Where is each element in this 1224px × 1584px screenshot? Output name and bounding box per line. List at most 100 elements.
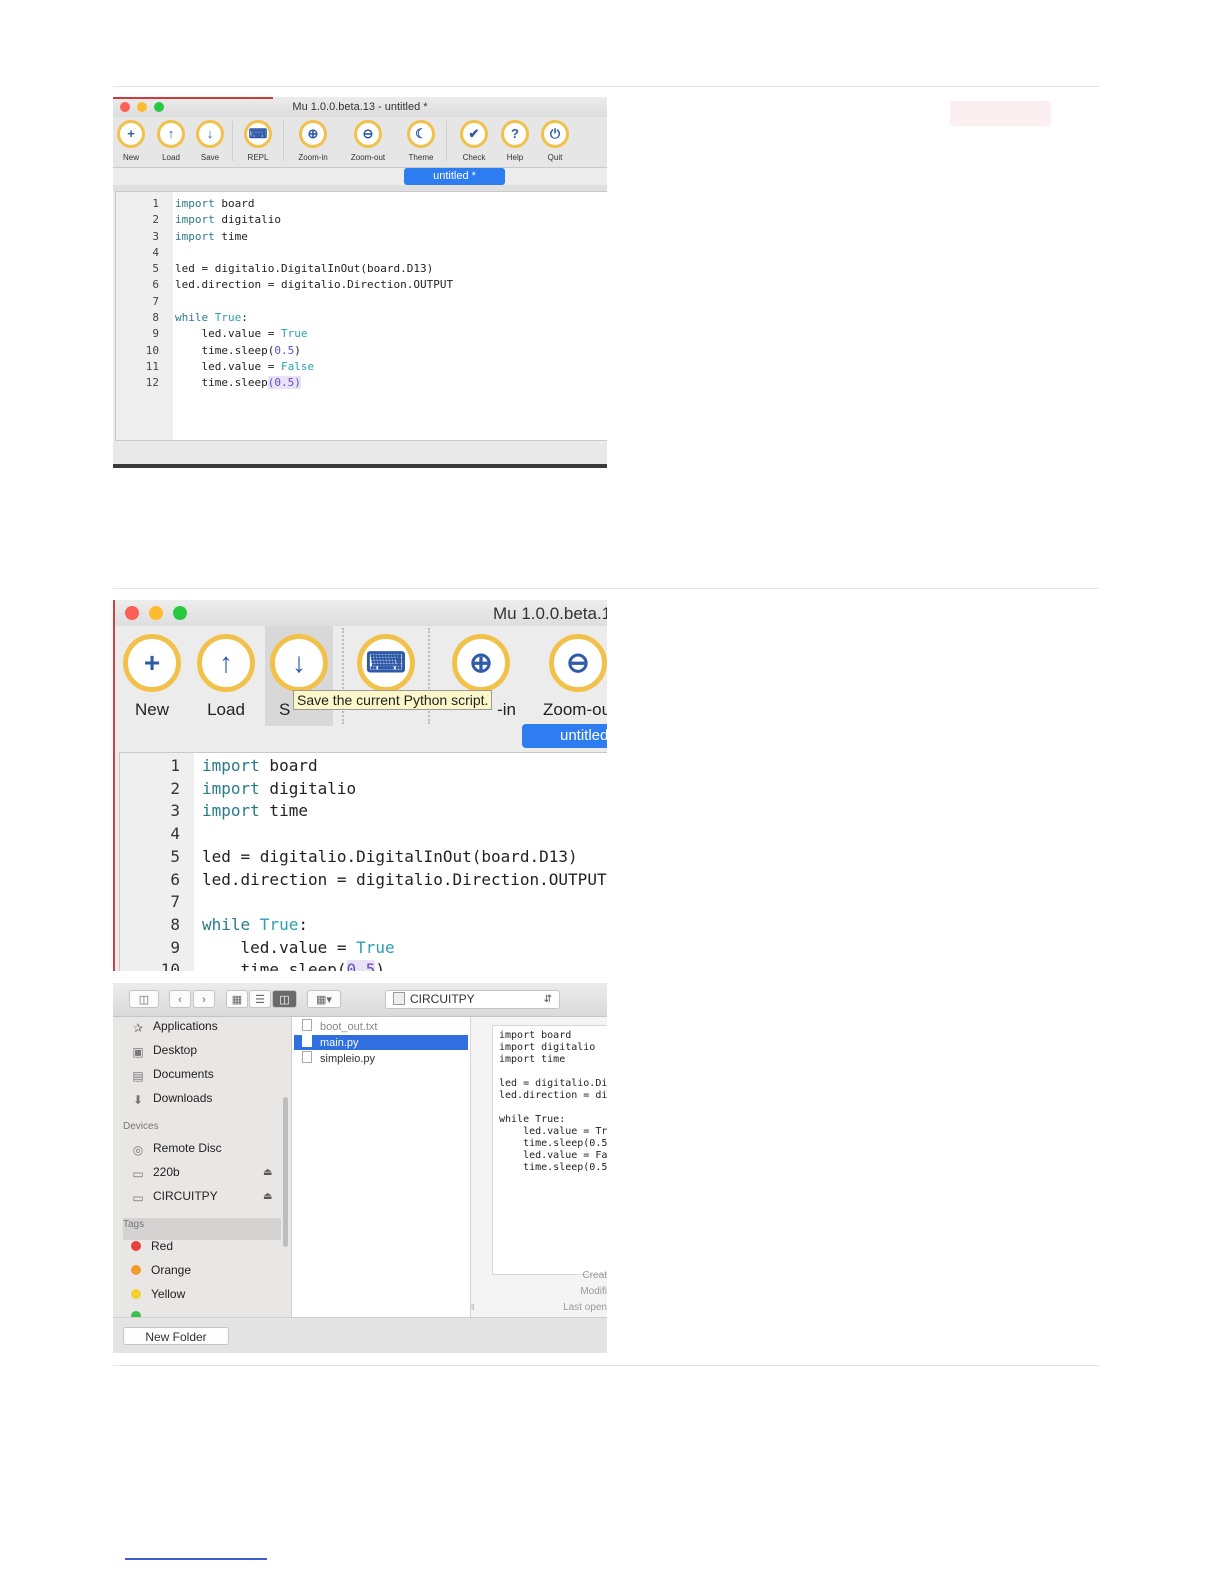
save-tooltip: Save the current Python script. — [293, 690, 493, 710]
save-button[interactable]: ↓ Save — [190, 120, 230, 162]
code-text: ) — [375, 960, 386, 971]
applications-icon: ✰ — [132, 1021, 144, 1035]
file-item-main-py[interactable]: main.py — [294, 1035, 468, 1050]
sidebar-item-circuitpy[interactable]: ▭ CIRCUITPY — [131, 1189, 218, 1204]
code-line: 6 led.direction = digitalio.Direction.OUT… — [116, 277, 453, 293]
theme-button[interactable]: ☾ Theme — [401, 120, 441, 162]
load-label: Load — [162, 153, 180, 162]
forward-button[interactable]: › — [193, 990, 215, 1008]
quit-button[interactable]: ⏻ Quit — [535, 120, 575, 162]
downloads-icon: ⬇ — [132, 1093, 144, 1107]
sidebar-item-remote-disc[interactable]: ◎ Remote Disc — [131, 1141, 222, 1156]
upload-icon: ↑ — [157, 120, 185, 148]
view-columns-button[interactable]: ◫ — [272, 990, 297, 1008]
plus-icon: + — [117, 120, 145, 148]
back-button[interactable]: ‹ — [169, 990, 191, 1008]
arrange-button[interactable]: ▦▾ — [307, 990, 341, 1008]
toolbar-separator — [283, 121, 284, 161]
file-icon — [302, 1019, 312, 1031]
keyword: while — [202, 914, 251, 934]
line-number: 3 — [170, 801, 180, 821]
path-selector[interactable]: CIRCUITPY ⇵ — [385, 990, 560, 1009]
line-number: 6 — [170, 869, 180, 889]
code-line: 4 — [116, 245, 159, 261]
code-editor[interactable]: 1 import board 2 import digitalio 3 import … — [115, 191, 607, 441]
line-number: 11 — [145, 359, 159, 373]
finder-toolbar: ◫ ‹ › ▦ ☰ ◫ ▦▾ CIRCUITPY ⇵ — [113, 983, 607, 1017]
sidebar-item-label: Red — [151, 1239, 174, 1253]
code-text: led = digitalio.DigitalInOut(board.D13) — [175, 262, 434, 276]
code-text: : — [241, 311, 248, 325]
sidebar-item-desktop[interactable]: ▣ Desktop — [131, 1043, 197, 1058]
line-number: 8 — [170, 914, 180, 934]
new-button[interactable]: + New — [117, 634, 187, 720]
tab-untitled[interactable]: untitled — [522, 724, 607, 748]
line-number: 2 — [152, 213, 159, 227]
code-text: time.sleep — [175, 376, 268, 390]
check-button[interactable]: ✔ Check — [454, 120, 494, 162]
line-number: 10 — [145, 343, 159, 357]
quit-label: Quit — [547, 153, 563, 162]
sidebar-item-tag-orange[interactable]: Orange — [131, 1263, 191, 1277]
file-item-boot-out[interactable]: boot_out.txt — [294, 1019, 468, 1034]
repl-button[interactable]: ⌨ REPL — [238, 120, 278, 162]
sidebar-item-downloads[interactable]: ⬇ Downloads — [131, 1091, 212, 1106]
disc-icon: ◎ — [132, 1143, 144, 1157]
line-number: 2 — [170, 778, 180, 798]
keyword: import — [175, 213, 215, 227]
zoom-in-button[interactable]: ⊕ Zoom-in — [293, 120, 333, 162]
sidebar-scrollbar[interactable] — [283, 1097, 288, 1247]
tab-untitled[interactable]: untitled * — [404, 168, 505, 185]
keyword: import — [202, 801, 260, 821]
load-label: Load — [207, 700, 245, 719]
maximize-window-icon[interactable] — [173, 606, 187, 620]
minimize-window-icon[interactable] — [149, 606, 163, 620]
toolbar-separator — [446, 121, 447, 161]
columns-icon: ◫ — [279, 994, 290, 1006]
code-line: 1 import board — [116, 196, 254, 212]
code-text: board — [214, 197, 255, 210]
line-number: 4 — [152, 245, 159, 259]
path-label: CIRCUITPY — [410, 992, 475, 1006]
sidebar-item-tag-yellow[interactable]: Yellow — [131, 1287, 185, 1301]
code-line: 1 import board — [120, 755, 317, 778]
load-button[interactable]: ↑ Load — [151, 120, 191, 162]
file-item-simpleio[interactable]: simpleio.py — [294, 1051, 468, 1066]
keyword: import — [175, 197, 215, 210]
new-button[interactable]: + New — [113, 120, 151, 162]
zoom-out-button[interactable]: ⊖ Zoom-ou — [543, 634, 607, 720]
title-bar: Mu 1.0.0.beta.13 — [115, 600, 607, 626]
view-list-button[interactable]: ☰ — [249, 990, 271, 1008]
chevron-left-icon: ‹ — [178, 994, 182, 1006]
sidebar-item-documents[interactable]: ▤ Documents — [131, 1067, 213, 1082]
new-folder-button[interactable]: New Folder — [123, 1327, 229, 1345]
help-button[interactable]: ? Help — [495, 120, 535, 162]
code-line: 8 while True: — [120, 914, 308, 937]
meta-last-opened-label: Last open — [563, 1302, 607, 1313]
updown-chevron-icon: ⇵ — [543, 994, 552, 1005]
sidebar-item-220b[interactable]: ▭ 220b — [131, 1165, 179, 1180]
sidebar-toggle-button[interactable]: ◫ — [129, 990, 159, 1008]
line-number: 7 — [152, 294, 159, 308]
view-icons-button[interactable]: ▦ — [226, 990, 248, 1008]
eject-icon[interactable]: ⏏ — [263, 1167, 272, 1178]
sidebar-item-applications[interactable]: ✰ Applications — [131, 1019, 218, 1034]
close-window-icon[interactable] — [125, 606, 139, 620]
window-title: Mu 1.0.0.beta.13 — [493, 604, 607, 623]
keyword: import — [202, 756, 260, 775]
code-lines: 1 import board 2 import digitalio 3 import … — [116, 196, 453, 392]
code-text: : — [298, 914, 308, 934]
sidebar-item-tag-red[interactable]: Red — [131, 1239, 173, 1253]
code-lines: 1 import board 2 import digitalio 3 import … — [120, 755, 607, 971]
zoom-out-button[interactable]: ⊖ Zoom-out — [348, 120, 388, 162]
load-button[interactable]: ↑ Load — [191, 634, 261, 720]
mu-editor-screenshot: Mu 1.0.0.beta.13 - untitled * + New ↑ Load… — [113, 97, 607, 468]
code-text: digitalio — [259, 778, 357, 798]
code-line: 7 — [116, 294, 159, 310]
column-resize-handle[interactable]: ‖ — [471, 1303, 474, 1312]
code-editor[interactable]: 1 import board 2 import digitalio 3 import … — [119, 752, 607, 971]
line-number: 9 — [152, 327, 159, 341]
sidebar-item-label: CIRCUITPY — [153, 1189, 218, 1203]
eject-icon[interactable]: ⏏ — [263, 1191, 272, 1202]
file-name: simpleio.py — [320, 1053, 376, 1065]
